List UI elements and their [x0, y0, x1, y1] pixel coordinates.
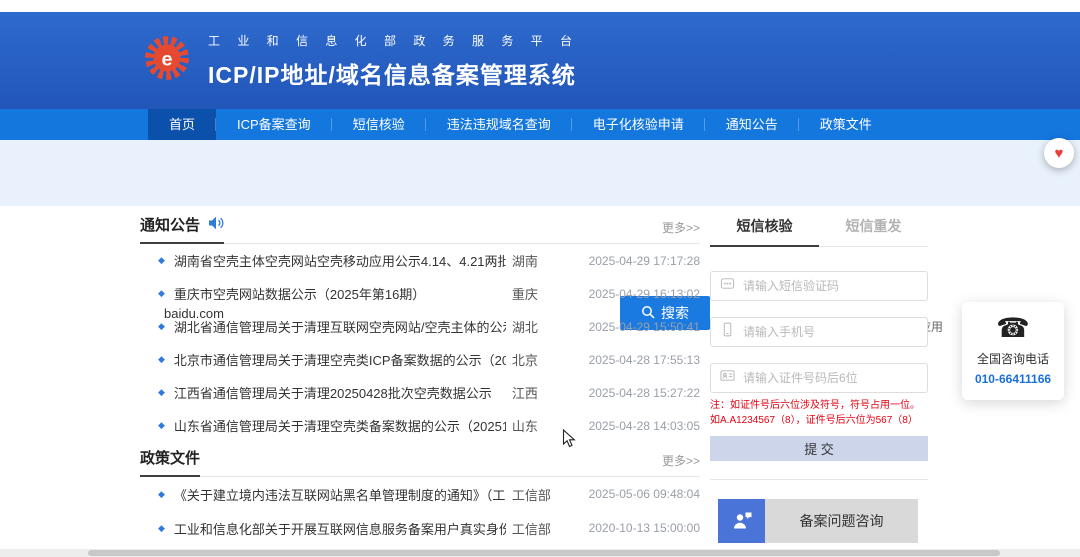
bullet-icon: ◆: [158, 489, 165, 500]
bullet-icon: ◆: [158, 255, 165, 266]
nav-item-policies[interactable]: 政策文件: [799, 109, 893, 140]
consult-icon: [718, 499, 765, 543]
policies-section: 政策文件 更多>> ◆ 《关于建立境内违法互联网站黑名单管理制度的通知》（工信部…: [140, 449, 700, 557]
sms-code-input[interactable]: [743, 279, 918, 293]
policy-source: 工信部: [512, 485, 574, 504]
nav-item-icp-query[interactable]: ICP备案查询: [216, 109, 332, 140]
tab-sms-verify[interactable]: 短信核验: [710, 216, 819, 247]
policy-text: 《关于建立境内违法互联网站黑名单管理制度的通知》（工信部联: [174, 485, 506, 504]
notice-text: 北京市通信管理局关于清理空壳类ICP备案数据的公示（202515批: [174, 350, 506, 369]
nav-item-sms-verify[interactable]: 短信核验: [332, 109, 426, 140]
notice-row[interactable]: ◆ 江西省通信管理局关于清理20250428批次空壳数据公示 江西 2025-0…: [140, 376, 700, 409]
policy-source: 工信部: [512, 519, 574, 538]
policy-time: 2025-05-06 09:48:04: [589, 487, 700, 501]
hotline-title: 全国咨询电话: [966, 350, 1060, 367]
policy-row[interactable]: ◆ 《关于建立境内违法互联网站黑名单管理制度的通知》（工信部联 工信部 2025…: [140, 477, 700, 511]
notice-row[interactable]: ◆ 山东省通信管理局关于清理空壳类备案数据的公示（202517批次） 山东 20…: [140, 409, 700, 442]
notice-text: 重庆市空壳网站数据公示（2025年第16期）: [174, 284, 506, 303]
sms-tabs: 短信核验 短信重发: [710, 216, 928, 247]
bullet-icon: ◆: [158, 354, 165, 365]
notices-section: 通知公告 更多>> ◆ 湖南省空壳主体空壳网站空壳移动应用公示4.14、4.21…: [140, 216, 700, 442]
sms-code-icon: [720, 276, 735, 296]
bullet-icon: ◆: [158, 523, 165, 534]
nav-item-notices[interactable]: 通知公告: [705, 109, 799, 140]
notice-text: 山东省通信管理局关于清理空壳类备案数据的公示（202517批次）: [174, 416, 506, 435]
sms-code-field[interactable]: [710, 271, 928, 301]
page: e 工 业 和 信 息 化 部 政 务 服 务 平 台 ICP/IP地址/域名信…: [0, 0, 1080, 557]
notice-text: 江西省通信管理局关于清理20250428批次空壳数据公示: [174, 383, 506, 402]
nav-item-e-verification[interactable]: 电子化核验申请: [572, 109, 705, 140]
bullet-icon: ◆: [158, 387, 165, 398]
feedback-button[interactable]: 备案问题咨询: [718, 499, 918, 543]
notice-time: 2025-04-28 15:27:22: [589, 386, 700, 400]
notice-time: 2025-04-29 15:50:41: [589, 320, 700, 334]
svg-text:e: e: [161, 48, 172, 70]
id-number-field[interactable]: [710, 363, 928, 393]
search-band: 搜索 网站 APP 小程序 快应用: [0, 140, 1080, 206]
id-number-input[interactable]: [743, 371, 918, 385]
notice-row[interactable]: ◆ 北京市通信管理局关于清理空壳类ICP备案数据的公示（202515批 北京 2…: [140, 343, 700, 376]
main-nav: 首页 ICP备案查询 短信核验 违法违规域名查询 电子化核验申请 通知公告 政策…: [0, 109, 1080, 140]
care-mode-button[interactable]: ♥: [1044, 138, 1074, 168]
nav-item-illegal-domain-query[interactable]: 违法违规域名查询: [426, 109, 572, 140]
site-banner: e 工 业 和 信 息 化 部 政 务 服 务 平 台 ICP/IP地址/域名信…: [0, 12, 1080, 109]
hotline-card: ☎ 全国咨询电话 010-66411166: [962, 302, 1064, 400]
horizontal-scrollbar[interactable]: [0, 549, 1080, 557]
speaker-icon: [208, 216, 224, 234]
notice-time: 2025-04-29 16:13:02: [589, 287, 700, 301]
notice-time: 2025-04-28 14:03:05: [589, 419, 700, 433]
bullet-icon: ◆: [158, 321, 165, 332]
miit-logo-icon: e: [142, 33, 192, 88]
policy-row[interactable]: ◆ 工业和信息化部关于开展互联网信息服务备案用户真实身份信息电 工信部 2020…: [140, 511, 700, 545]
sms-note-text: 注：如证件号后六位涉及符号，符号占用一位。如A.A1234567（8），证件号后…: [710, 399, 928, 428]
feedback-label: 备案问题咨询: [765, 499, 918, 543]
policy-text: 工业和信息化部关于开展互联网信息服务备案用户真实身份信息电: [174, 519, 506, 538]
mobile-phone-icon: [720, 322, 735, 342]
nav-item-home[interactable]: 首页: [148, 109, 216, 140]
notice-text: 湖南省空壳主体空壳网站空壳移动应用公示4.14、4.21两批次: [174, 251, 506, 270]
sms-verification-panel: 短信核验 短信重发: [710, 216, 928, 543]
heart-icon: ♥: [1055, 146, 1064, 161]
hotline-number: 010-66411166: [966, 372, 1060, 386]
submit-button[interactable]: 提 交: [710, 436, 928, 461]
notice-time: 2025-04-29 17:17:28: [589, 254, 700, 268]
policy-time: 2020-10-13 15:00:00: [589, 521, 700, 535]
notice-region: 重庆: [512, 284, 574, 303]
phone-input[interactable]: [743, 325, 918, 339]
notice-text: 湖北省通信管理局关于清理互联网空壳网站/空壳主体的公示: [174, 317, 506, 336]
bullet-icon: ◆: [158, 288, 165, 299]
notice-region: 湖南: [512, 251, 574, 270]
system-title: ICP/IP地址/域名信息备案管理系统: [208, 56, 579, 90]
platform-title: 工 业 和 信 息 化 部 政 务 服 务 平 台: [208, 32, 579, 49]
notices-title: 通知公告: [140, 214, 200, 235]
policies-title: 政策文件: [140, 447, 200, 468]
bullet-icon: ◆: [158, 420, 165, 431]
notice-region: 江西: [512, 383, 574, 402]
notice-row[interactable]: ◆ 湖南省空壳主体空壳网站空壳移动应用公示4.14、4.21两批次 湖南 202…: [140, 244, 700, 277]
notice-row[interactable]: ◆ 重庆市空壳网站数据公示（2025年第16期） 重庆 2025-04-29 1…: [140, 277, 700, 310]
telephone-icon: ☎: [966, 315, 1060, 342]
notices-more-link[interactable]: 更多>>: [662, 219, 700, 243]
notice-time: 2025-04-28 17:55:13: [589, 353, 700, 367]
notice-region: 山东: [512, 416, 574, 435]
id-card-icon: [720, 368, 735, 388]
tab-sms-resend[interactable]: 短信重发: [819, 216, 928, 246]
notice-region: 北京: [512, 350, 574, 369]
scrollbar-thumb[interactable]: [88, 550, 1000, 556]
panel-divider: [710, 479, 928, 480]
phone-field[interactable]: [710, 317, 928, 347]
policies-more-link[interactable]: 更多>>: [662, 452, 700, 476]
notice-region: 湖北: [512, 317, 574, 336]
notice-row[interactable]: ◆ 湖北省通信管理局关于清理互联网空壳网站/空壳主体的公示 湖北 2025-04…: [140, 310, 700, 343]
